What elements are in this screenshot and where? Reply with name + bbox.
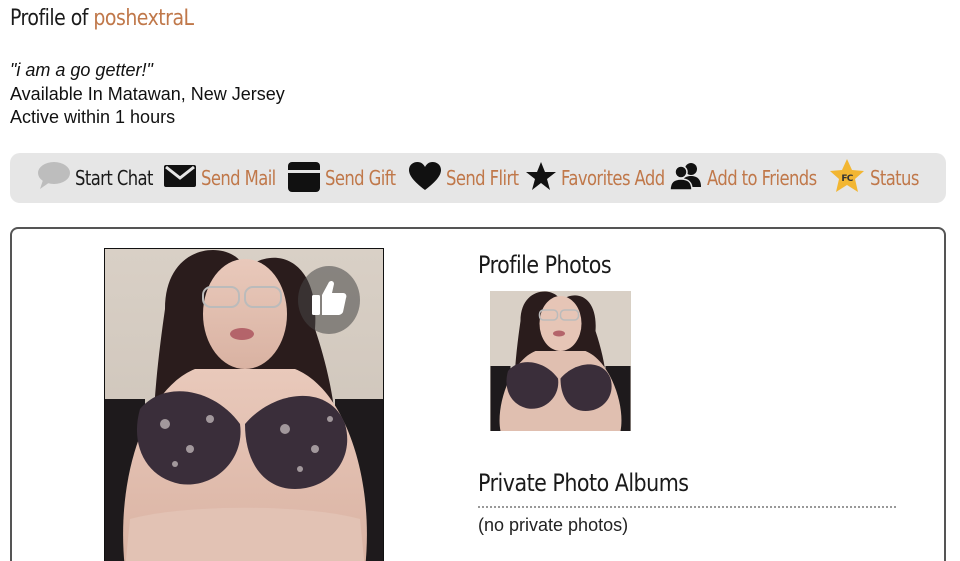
username[interactable]: poshextraL <box>93 6 194 31</box>
chat-bubble-icon <box>37 161 71 196</box>
envelope-icon <box>163 163 197 194</box>
start-chat-button[interactable]: Start Chat <box>37 153 170 203</box>
profile-location: Available In Matawan, New Jersey <box>10 84 285 104</box>
heart-icon <box>408 161 442 196</box>
send-mail-button[interactable]: Send Mail <box>163 153 292 203</box>
profile-tagline: "i am a go getter!" <box>10 60 153 80</box>
no-private-photos-text: (no private photos) <box>478 515 629 535</box>
status-badge-text: FC <box>841 174 853 184</box>
like-thumbs-up-button[interactable] <box>298 266 360 334</box>
title-prefix: Profile of <box>10 6 88 31</box>
send-gift-label: Send Gift <box>325 166 396 190</box>
page-title: Profile of poshextraL <box>10 6 194 31</box>
favorites-add-button[interactable]: Favorites Add <box>525 153 687 203</box>
star-icon <box>525 161 557 196</box>
send-mail-label: Send Mail <box>201 166 276 190</box>
gift-box-icon <box>287 159 321 198</box>
action-bar: Start Chat Send Mail Send Gift Send Flir… <box>10 153 946 203</box>
send-gift-button[interactable]: Send Gift <box>287 153 411 203</box>
add-to-friends-button[interactable]: Add to Friends <box>669 153 841 203</box>
profile-photo-thumbnail[interactable] <box>490 291 631 431</box>
send-flirt-button[interactable]: Send Flirt <box>408 153 534 203</box>
send-flirt-label: Send Flirt <box>446 166 519 190</box>
status-star-badge-icon: FC <box>828 158 866 199</box>
profile-activity: Active within 1 hours <box>10 107 176 127</box>
start-chat-label: Start Chat <box>75 166 153 190</box>
favorites-add-label: Favorites Add <box>561 166 665 190</box>
thumbs-up-icon <box>309 278 349 323</box>
status-label: Status <box>870 166 919 190</box>
private-photo-albums-heading: Private Photo Albums <box>478 469 689 497</box>
add-to-friends-label: Add to Friends <box>707 166 817 190</box>
friends-icon <box>669 161 703 196</box>
status-button[interactable]: FC Status <box>828 153 930 203</box>
profile-photos-heading: Profile Photos <box>478 251 612 279</box>
section-divider <box>478 506 896 508</box>
